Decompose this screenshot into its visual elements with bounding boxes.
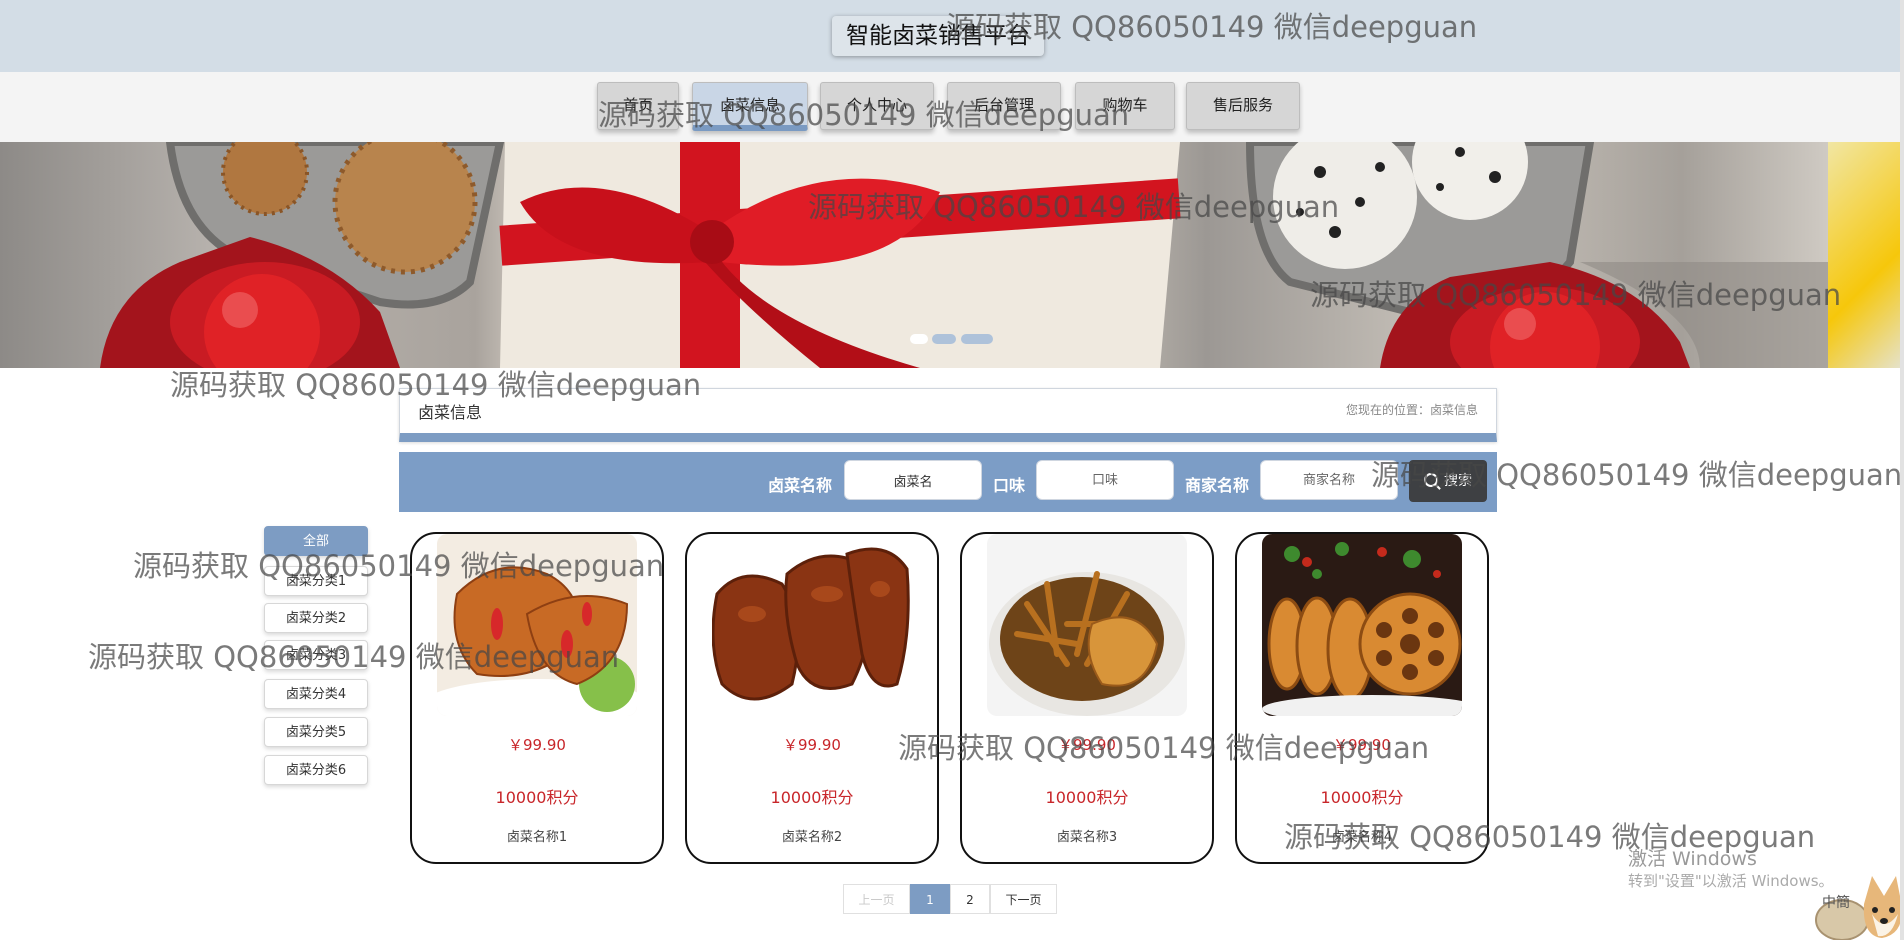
nav-after-sales[interactable]: 售后服务 — [1186, 82, 1300, 130]
search-bar: 卤菜名称 口味 商家名称 搜索 — [399, 452, 1497, 512]
section-header: 卤菜信息 您现在的位置：卤菜信息 — [399, 388, 1497, 442]
product-price: ￥99.90 — [1333, 736, 1391, 754]
scrollbar-track[interactable] — [1900, 0, 1904, 940]
banner-next-slide-peek — [1828, 142, 1904, 368]
merchant-input[interactable] — [1260, 460, 1398, 500]
product-price: ￥99.90 — [1058, 736, 1116, 754]
carousel-dot-1[interactable] — [910, 334, 928, 344]
ime-label: 中簡 — [1822, 895, 1850, 911]
category-6[interactable]: 卤菜分类6 — [264, 755, 368, 785]
windows-activation-subtitle: 转到"设置"以激活 Windows。 — [1628, 872, 1834, 890]
product-points: 10000积分 — [1320, 788, 1404, 807]
product-name[interactable]: 卤菜名称1 — [412, 826, 662, 845]
site-title: 智能卤菜销售平台 — [832, 16, 1044, 56]
category-all[interactable]: 全部 — [264, 526, 368, 556]
product-price: ￥99.90 — [508, 736, 566, 754]
breadcrumb: 您现在的位置：卤菜信息 — [1345, 403, 1478, 417]
product-price: ￥99.90 — [783, 736, 841, 754]
next-page-button[interactable]: 下一页 — [990, 884, 1057, 914]
product-image[interactable] — [712, 534, 912, 716]
category-5[interactable]: 卤菜分类5 — [264, 717, 368, 747]
prev-page-button[interactable]: 上一页 — [843, 884, 910, 914]
product-image[interactable] — [987, 534, 1187, 716]
page-2-button[interactable]: 2 — [950, 884, 990, 914]
page-1-button[interactable]: 1 — [910, 884, 950, 914]
product-name[interactable]: 卤菜名称3 — [962, 826, 1212, 845]
nav-personal-center[interactable]: 个人中心 — [820, 82, 934, 130]
search-button-label: 搜索 — [1444, 473, 1472, 489]
search-button[interactable]: 搜索 — [1409, 460, 1487, 502]
category-4[interactable]: 卤菜分类4 — [264, 679, 368, 709]
taste-input[interactable] — [1036, 460, 1174, 500]
carousel-dot-3[interactable] — [961, 334, 993, 344]
nav-products[interactable]: 卤菜信息 — [692, 82, 808, 131]
carousel-dot-2[interactable] — [932, 334, 956, 344]
top-header: 智能卤菜销售平台 — [0, 0, 1904, 72]
main-nav: 首页 卤菜信息 个人中心 后台管理 购物车 售后服务 — [0, 72, 1904, 142]
nav-home[interactable]: 首页 — [597, 82, 679, 130]
section-title: 卤菜信息 — [418, 403, 483, 422]
product-points: 10000积分 — [770, 788, 854, 807]
product-card[interactable]: ￥99.90 10000积分 卤菜名称2 — [685, 532, 939, 864]
merchant-label: 商家名称 — [1185, 476, 1250, 495]
nav-admin[interactable]: 后台管理 — [947, 82, 1061, 130]
name-label: 卤菜名称 — [768, 476, 833, 495]
product-image[interactable] — [1262, 534, 1462, 716]
category-2[interactable]: 卤菜分类2 — [264, 603, 368, 633]
nav-cart[interactable]: 购物车 — [1075, 82, 1175, 130]
product-card[interactable]: ￥99.90 10000积分 卤菜名称1 — [410, 532, 664, 864]
product-image[interactable] — [437, 534, 637, 716]
product-name[interactable]: 卤菜名称2 — [687, 826, 937, 845]
product-name[interactable]: 卤菜名称4 — [1237, 826, 1487, 845]
taste-label: 口味 — [993, 476, 1026, 495]
product-card[interactable]: ￥99.90 10000积分 卤菜名称3 — [960, 532, 1214, 864]
category-1[interactable]: 卤菜分类1 — [264, 566, 368, 596]
search-icon — [1424, 473, 1438, 487]
windows-activation-title: 激活 Windows — [1628, 848, 1757, 870]
product-points: 10000积分 — [495, 788, 579, 807]
product-points: 10000积分 — [1045, 788, 1129, 807]
name-input[interactable] — [844, 460, 982, 500]
ime-widget[interactable]: 中簡 — [1812, 874, 1904, 940]
category-3[interactable]: 卤菜分类3 — [264, 640, 368, 670]
product-card[interactable]: ￥99.90 10000积分 卤菜名称4 — [1235, 532, 1489, 864]
